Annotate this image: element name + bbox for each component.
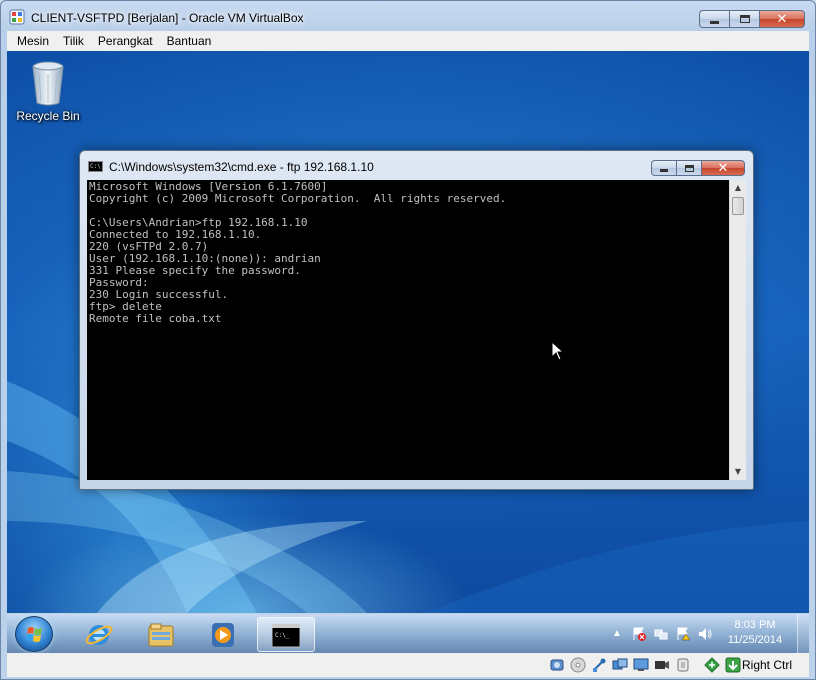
cmd-window-icon[interactable]: C:\: [88, 161, 103, 172]
window-title: CLIENT-VSFTPD [Berjalan] - Oracle VM Vir…: [31, 11, 304, 25]
minimize-icon: [660, 169, 668, 172]
host-key-icon[interactable]: [725, 657, 741, 673]
taskbar-windows-explorer[interactable]: [135, 617, 187, 652]
console-line: 230 Login successful.: [89, 288, 229, 301]
windows-explorer-icon: [148, 623, 174, 647]
security-warning-icon[interactable]: [676, 627, 690, 641]
cmd-close-button[interactable]: ✕: [701, 160, 745, 176]
display-icon[interactable]: [633, 657, 649, 673]
cpu-icon[interactable]: [675, 657, 691, 673]
maximize-icon: [739, 15, 750, 23]
command-prompt-icon: C:\_: [272, 624, 300, 648]
mouse-integration-icon[interactable]: [704, 657, 720, 673]
cmd-scrollbar[interactable]: ▲ ▼: [729, 180, 746, 480]
show-hidden-icons-button[interactable]: ▲: [610, 627, 624, 641]
guest-desktop[interactable]: Recycle Bin C:\ C:\Windows\system32\cmd.…: [7, 51, 809, 613]
action-center-icon[interactable]: [632, 627, 646, 641]
maximize-button[interactable]: [729, 10, 759, 28]
maximize-icon: [684, 164, 694, 172]
network-icon[interactable]: [654, 627, 668, 641]
video-capture-icon[interactable]: [654, 657, 670, 673]
usb-icon[interactable]: [591, 657, 607, 673]
taskbar-media-player[interactable]: [197, 617, 249, 652]
recycle-bin-icon: [32, 61, 64, 106]
console-output[interactable]: Microsoft Windows [Version 6.1.7600] Cop…: [87, 180, 729, 480]
windows-logo-icon: [26, 627, 42, 642]
virtualbox-status-bar: Right Ctrl: [7, 653, 809, 677]
menu-bar: Mesin Tilik Perangkat Bantuan: [7, 31, 809, 51]
clock-date: 11/25/2014: [727, 634, 783, 646]
cmd-title: C:\Windows\system32\cmd.exe - ftp 192.16…: [109, 160, 374, 174]
scroll-up-icon[interactable]: ▲: [730, 180, 746, 196]
console-line: 331 Please specify the password.: [89, 264, 301, 277]
media-player-icon: [212, 623, 234, 647]
virtualbox-window: CLIENT-VSFTPD [Berjalan] - Oracle VM Vir…: [0, 0, 816, 680]
recycle-bin-label: Recycle Bin: [16, 109, 80, 123]
menu-perangkat[interactable]: Perangkat: [91, 34, 160, 48]
cmd-title-bar[interactable]: C:\ C:\Windows\system32\cmd.exe - ftp 19…: [80, 151, 753, 179]
cmd-button-text: C:\_: [275, 632, 290, 639]
menu-bantuan[interactable]: Bantuan: [160, 34, 219, 48]
cmd-minimize-button[interactable]: [651, 160, 676, 176]
close-icon: ✕: [776, 11, 788, 27]
volume-icon[interactable]: [698, 627, 712, 641]
internet-explorer-icon: [85, 625, 113, 645]
taskbar-command-prompt[interactable]: C:\_: [257, 617, 315, 652]
hard-disk-icon[interactable]: [549, 657, 565, 673]
start-button[interactable]: [15, 616, 53, 652]
scrollbar-thumb[interactable]: [732, 197, 744, 215]
minimize-button[interactable]: [699, 10, 729, 28]
host-key-label: Right Ctrl: [742, 658, 793, 672]
virtualbox-title-bar[interactable]: CLIENT-VSFTPD [Berjalan] - Oracle VM Vir…: [1, 1, 815, 31]
system-clock[interactable]: 8:03 PM 11/25/2014: [719, 618, 791, 648]
cmd-window: C:\ C:\Windows\system32\cmd.exe - ftp 19…: [79, 150, 754, 490]
close-button[interactable]: ✕: [759, 10, 805, 28]
show-desktop-button[interactable]: [797, 614, 809, 654]
close-icon: ✕: [717, 160, 729, 176]
cmd-caption-buttons: ✕: [651, 160, 745, 176]
optical-drive-icon[interactable]: [570, 657, 586, 673]
menu-tilik[interactable]: Tilik: [56, 34, 91, 48]
taskbar-internet-explorer[interactable]: [73, 617, 125, 652]
mouse-pointer-icon: [551, 341, 565, 361]
console-line: Copyright (c) 2009 Microsoft Corporation…: [89, 192, 507, 205]
clock-time: 8:03 PM: [734, 619, 776, 631]
window-caption-buttons: ✕: [699, 10, 805, 28]
virtualbox-app-icon[interactable]: [9, 9, 25, 25]
guest-taskbar: C:\_ ▲ 8:03 PM 11/25/2014: [7, 613, 809, 654]
minimize-icon: [710, 20, 719, 24]
cmd-maximize-button[interactable]: [676, 160, 701, 176]
shared-folders-icon[interactable]: [612, 657, 628, 673]
console-prompt-line: Remote file coba.txt: [89, 312, 222, 325]
recycle-bin[interactable]: Recycle Bin: [15, 59, 81, 123]
scroll-down-icon[interactable]: ▼: [730, 464, 746, 480]
menu-mesin[interactable]: Mesin: [10, 34, 56, 48]
